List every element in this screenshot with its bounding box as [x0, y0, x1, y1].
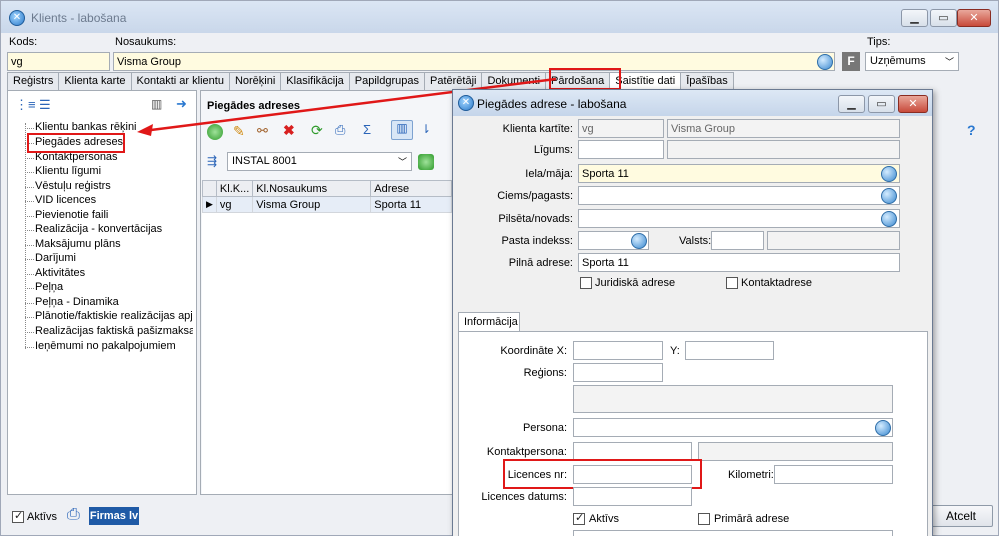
- pilna-label: Pilnā adrese:: [508, 257, 573, 269]
- persona-input[interactable]: [573, 418, 893, 437]
- ciems-input[interactable]: [578, 186, 900, 205]
- primara-checkbox[interactable]: [698, 513, 710, 525]
- valsts-input[interactable]: [711, 231, 764, 250]
- licences-datums-input[interactable]: [573, 487, 692, 506]
- dialog-maximize-button[interactable]: ▭: [868, 95, 895, 113]
- notes-input[interactable]: [573, 530, 893, 536]
- arrow-head-icon: [137, 124, 153, 136]
- juridiska-checkbox[interactable]: [580, 277, 592, 289]
- regions-input[interactable]: [573, 363, 663, 382]
- pilseta-label: Pilsēta/novads:: [498, 213, 573, 225]
- kontaktadrese-label: Kontaktadrese: [741, 277, 812, 289]
- klienta-kods-field: [578, 119, 664, 138]
- klienta-nosaukums-field: [667, 119, 900, 138]
- koord-x-input[interactable]: [573, 341, 663, 360]
- koord-y-input[interactable]: [685, 341, 774, 360]
- regions-label: Reģions:: [523, 367, 567, 379]
- pasta-label: Pasta indekss:: [501, 235, 573, 247]
- globe-icon[interactable]: [881, 166, 897, 182]
- globe-icon[interactable]: [875, 420, 891, 436]
- iela-label: Iela/māja:: [525, 168, 573, 180]
- dialog-aktivs-checkbox[interactable]: [573, 511, 585, 525]
- y-label: Y:: [670, 345, 680, 357]
- valsts-name-field: [767, 231, 900, 250]
- tab-informacija[interactable]: Informācija: [458, 312, 520, 332]
- persona-label: Persona:: [522, 422, 567, 434]
- app-logo-icon: ✕: [458, 95, 474, 111]
- kilometri-label: Kilometri:: [728, 469, 774, 481]
- primara-label: Primārā adrese: [714, 513, 790, 525]
- kontaktpersona-name-field: [698, 442, 893, 461]
- kontaktpersona-label: Kontaktpersona:: [486, 446, 567, 458]
- client-window: ✕ Klients - labošana ▁ ▭ ✕ Kods: Nosauku…: [0, 0, 999, 536]
- ligums-name-field: [667, 140, 900, 159]
- dialog-title: Piegādes adrese - labošana: [477, 97, 627, 111]
- dialog-title-bar: ✕ Piegādes adrese - labošana ▁ ▭ ✕: [453, 90, 932, 116]
- highlight-licences-box: [503, 459, 702, 489]
- koord-x-label: Koordināte X:: [500, 345, 567, 357]
- ligums-input[interactable]: [578, 140, 664, 159]
- ligums-label: Līgums:: [533, 144, 573, 156]
- pilna-input[interactable]: [578, 253, 900, 272]
- dialog-close-button[interactable]: ✕: [898, 95, 928, 113]
- licences-datums-label: Licences datums:: [481, 491, 567, 503]
- ciems-label: Ciems/pagasts:: [497, 190, 573, 202]
- dialog-aktivs-label: Aktīvs: [589, 513, 619, 525]
- kontaktadrese-checkbox[interactable]: [726, 277, 738, 289]
- klienta-kartite-label: Klienta kartīte:: [502, 123, 573, 135]
- globe-icon[interactable]: [881, 188, 897, 204]
- globe-icon[interactable]: [631, 233, 647, 249]
- iela-input[interactable]: [578, 164, 900, 183]
- dialog-minimize-button[interactable]: ▁: [838, 95, 865, 113]
- globe-icon[interactable]: [881, 211, 897, 227]
- valsts-label: Valsts:: [679, 235, 712, 247]
- delivery-address-dialog: ✕ Piegādes adrese - labošana ▁ ▭ ✕ Klien…: [452, 89, 933, 536]
- regions-name-field: [573, 385, 893, 413]
- kilometri-input[interactable]: [774, 465, 893, 484]
- pilseta-input[interactable]: [578, 209, 900, 228]
- juridiska-label: Juridiskā adrese: [595, 277, 676, 289]
